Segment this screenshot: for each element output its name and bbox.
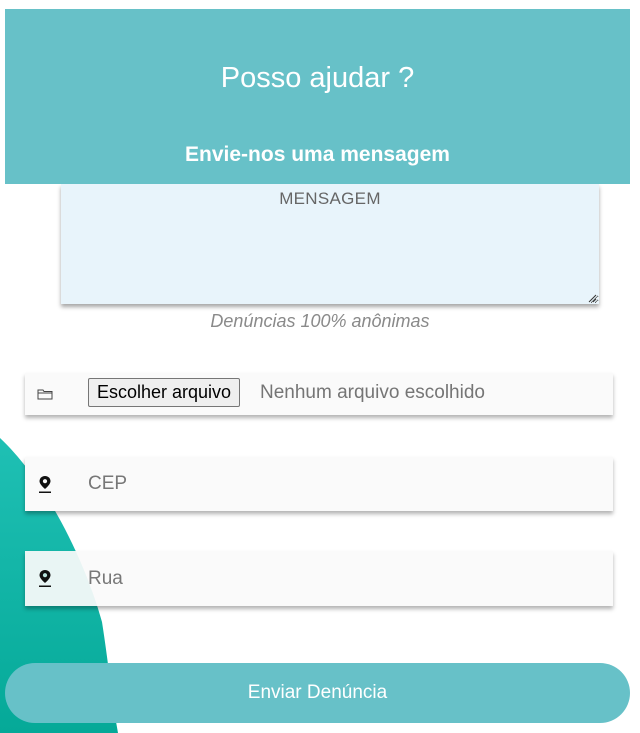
street-field — [25, 551, 613, 606]
page-title: Posso ajudar ? — [220, 62, 415, 94]
anonymous-note: Denúncias 100% anônimas — [210, 311, 430, 331]
file-upload-field: Escolher arquivo Nenhum arquivo escolhid… — [25, 373, 613, 415]
page-subtitle: Envie-nos uma mensagem — [185, 143, 450, 166]
file-status-text: Nenhum arquivo escolhido — [260, 382, 485, 403]
contact-header: Posso ajudar ? Envie-nos uma mensagem — [5, 9, 630, 184]
cep-input[interactable] — [83, 457, 603, 511]
resize-grip-icon[interactable] — [588, 294, 597, 303]
street-input[interactable] — [83, 551, 603, 606]
map-pin-icon — [39, 476, 51, 493]
folder-icon — [37, 389, 53, 400]
choose-file-button[interactable]: Escolher arquivo — [88, 378, 241, 407]
message-textarea[interactable] — [61, 184, 599, 304]
cep-field — [25, 457, 613, 511]
submit-report-button[interactable]: Enviar Denúncia — [5, 663, 630, 723]
map-pin-icon — [39, 570, 51, 587]
